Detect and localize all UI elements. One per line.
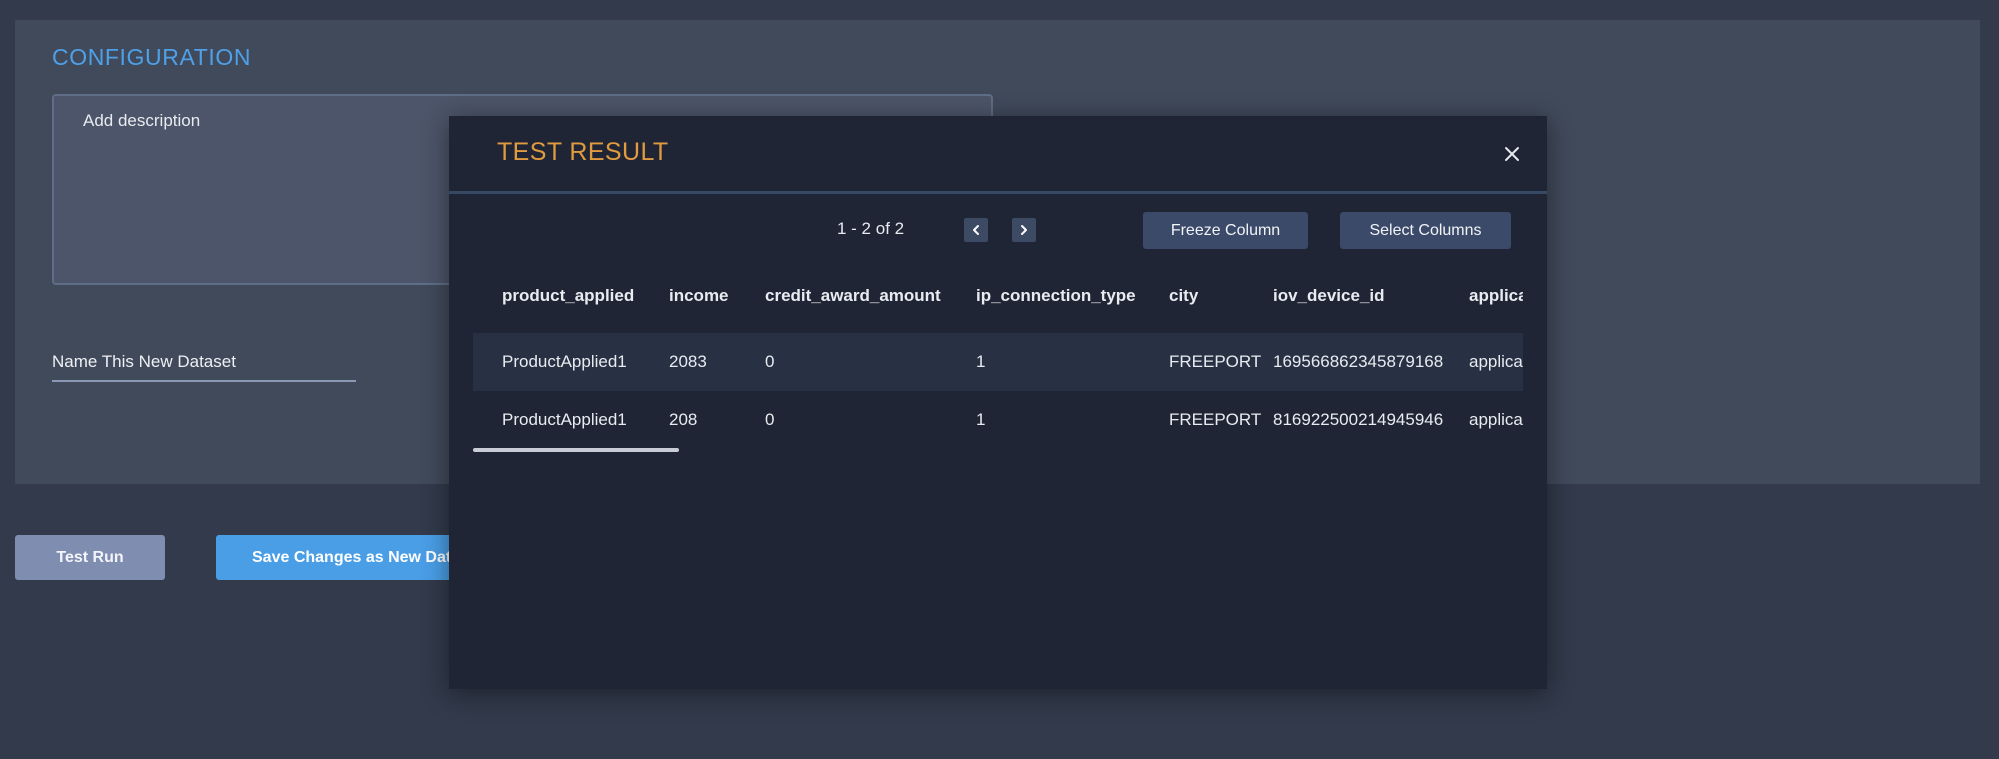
column-header[interactable]: application <box>1469 267 1523 325</box>
chevron-left-icon <box>973 225 979 235</box>
table-cell: 208 <box>669 410 698 429</box>
table-cell: 816922500214945946 <box>1273 410 1444 429</box>
column-header[interactable]: ip_connection_type <box>976 267 1166 325</box>
modal-header: TEST RESULT <box>449 116 1547 194</box>
table-cell: FREEPORT <box>1169 352 1262 371</box>
pagination-text: 1 - 2 of 2 <box>837 219 905 238</box>
horizontal-scrollbar[interactable] <box>473 448 1523 454</box>
table-cell: 0 <box>765 410 775 429</box>
table-cell: ProductApplied1 <box>502 410 627 429</box>
table-cell: 2083 <box>669 352 707 371</box>
test-run-button[interactable]: Test Run <box>15 535 165 580</box>
column-header[interactable]: income <box>669 267 759 325</box>
configuration-title: CONFIGURATION <box>52 44 252 70</box>
dataset-name-input[interactable]: Name This New Dataset <box>52 350 356 382</box>
table-header-row: product_applied income credit_award_amou… <box>473 267 1523 325</box>
table-row[interactable]: ProductApplied1 208 0 1 FREEPORT 8169225… <box>473 391 1523 447</box>
column-header[interactable]: product_applied <box>502 267 652 325</box>
previous-page-button[interactable] <box>964 218 988 242</box>
table-cell: application <box>1469 352 1523 371</box>
table-cell: application <box>1469 410 1523 429</box>
freeze-column-button[interactable]: Freeze Column <box>1143 212 1308 249</box>
test-result-modal: TEST RESULT 1 - 2 of 2 Freeze Column Sel… <box>449 116 1547 689</box>
column-header[interactable]: city <box>1169 267 1269 325</box>
close-icon[interactable] <box>1501 143 1523 165</box>
table-cell: 169566862345879168 <box>1273 352 1444 371</box>
table-cell: 1 <box>976 410 986 429</box>
column-header[interactable]: iov_device_id <box>1273 267 1463 325</box>
result-table: product_applied income credit_award_amou… <box>473 267 1523 447</box>
table-cell: ProductApplied1 <box>502 352 627 371</box>
next-page-button[interactable] <box>1012 218 1036 242</box>
chevron-right-icon <box>1021 225 1027 235</box>
table-row[interactable]: ProductApplied1 2083 0 1 FREEPORT 169566… <box>473 333 1523 391</box>
select-columns-button[interactable]: Select Columns <box>1340 212 1511 249</box>
table-cell: 1 <box>976 352 986 371</box>
horizontal-scrollbar-thumb[interactable] <box>473 448 679 452</box>
dataset-name-placeholder: Name This New Dataset <box>52 352 236 371</box>
column-header[interactable]: credit_award_amount <box>765 267 970 325</box>
table-cell: 0 <box>765 352 775 371</box>
description-placeholder: Add description <box>83 111 201 130</box>
table-cell: FREEPORT <box>1169 410 1262 429</box>
modal-title: TEST RESULT <box>497 138 669 166</box>
